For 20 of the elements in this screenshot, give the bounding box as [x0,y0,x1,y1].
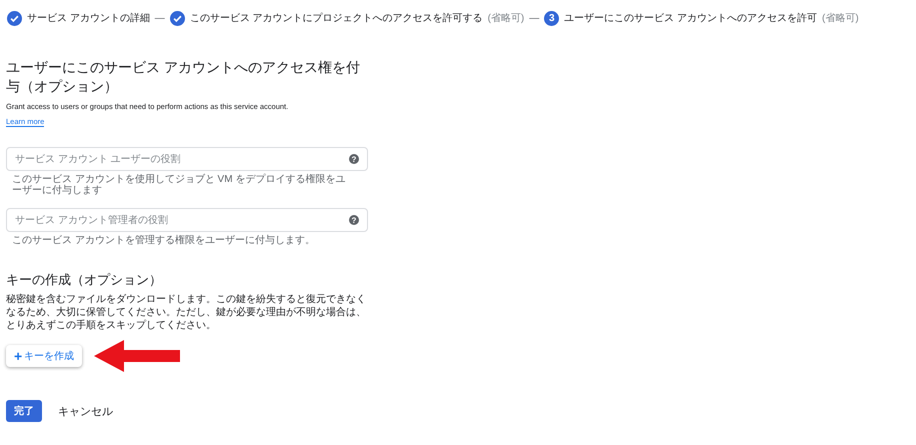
help-icon[interactable]: ? [349,215,359,225]
create-key-button[interactable]: +キーを作成 [6,345,82,367]
field-hint: このサービス アカウントを使用してジョブと VM をデプロイする権限をユーザーに付与します [12,174,346,196]
cancel-button[interactable]: キャンセル [52,402,119,420]
section-title: ユーザーにこのサービス アカウントへのアクセス権を付与（オプション） [6,58,361,96]
optional-label: (省略可) [488,12,524,25]
step-label[interactable]: サービス アカウントの詳細 [27,11,150,25]
section-description: 秘密鍵を含むファイルをダウンロードします。この鍵を紛失すると復元できなくなるため、大切に保管してください。ただし、鍵が必要な理由が不明な場合は、とりあえずこの手順をスキップしてください。 [6,293,367,332]
step-label[interactable]: ユーザーにこのサービス アカウントへのアクセスを許可 [564,11,818,25]
field-hint: このサービス アカウントを管理する権限をユーザーに付与します。 [12,235,316,246]
role-field[interactable]: サービス アカウント管理者の役割 ? [6,208,368,232]
step-number: 3 [544,10,560,26]
optional-label: (省略可) [822,12,859,25]
help-icon[interactable]: ? [349,154,359,164]
step-separator: — [154,12,165,24]
step-separator: — [529,12,540,24]
done-button[interactable]: 完了 [6,400,42,422]
section-title: キーの作成（オプション） [6,271,163,289]
role-field[interactable]: サービス アカウント ユーザーの役割 ? [6,147,368,171]
step-label[interactable]: このサービス アカウントにプロジェクトへのアクセスを許可する [190,11,483,25]
